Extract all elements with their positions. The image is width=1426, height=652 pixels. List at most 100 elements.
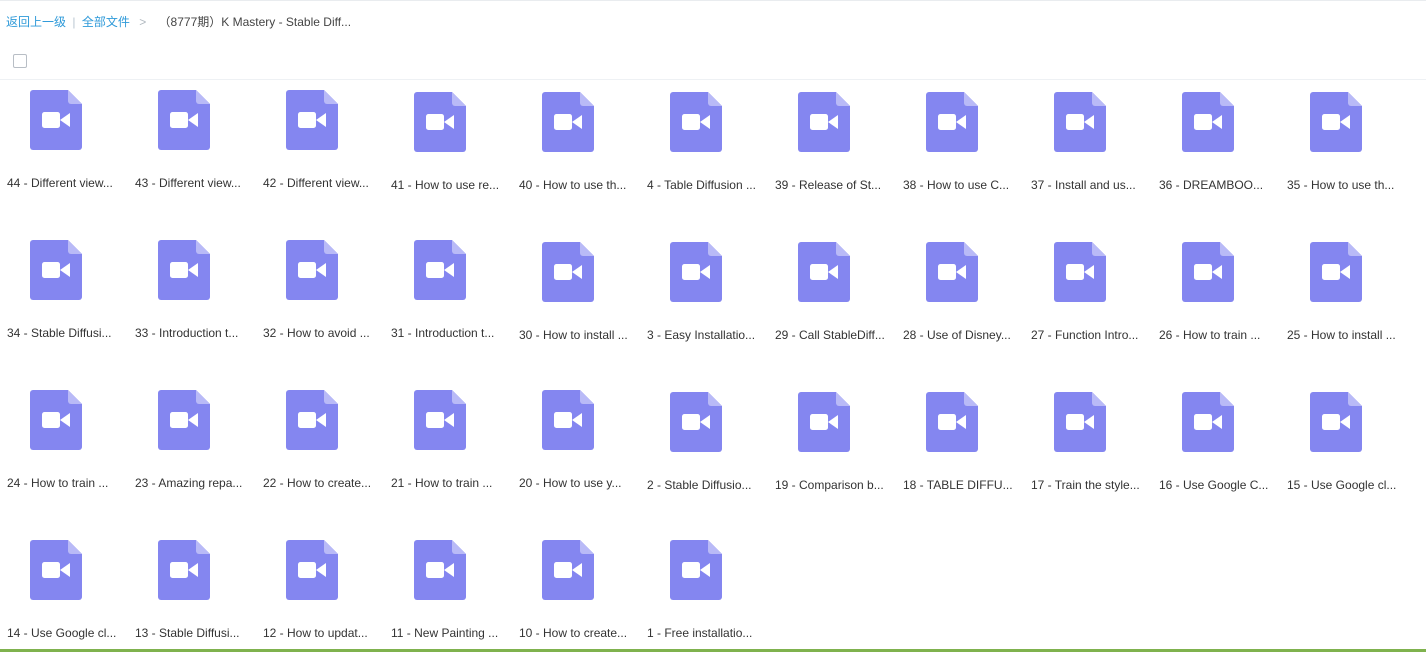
file-name: 25 - How to install ... — [1287, 328, 1396, 342]
file-item[interactable]: 43 - Different view... — [128, 80, 256, 230]
file-name: 3 - Easy Installatio... — [647, 328, 756, 342]
file-name: 29 - Call StableDiff... — [775, 328, 885, 342]
video-file-icon — [798, 392, 850, 452]
file-name: 24 - How to train ... — [7, 476, 109, 490]
breadcrumb-arrow: > — [139, 15, 147, 29]
video-file-icon — [1310, 392, 1362, 452]
file-name: 33 - Introduction t... — [135, 326, 239, 340]
file-name: 32 - How to avoid ... — [263, 326, 370, 340]
file-name: 17 - Train the style... — [1031, 478, 1140, 492]
file-name: 43 - Different view... — [135, 176, 241, 190]
file-item[interactable]: 36 - DREAMBOO... — [1152, 80, 1280, 230]
file-item[interactable]: 28 - Use of Disney... — [896, 230, 1024, 380]
file-item[interactable]: 17 - Train the style... — [1024, 380, 1152, 530]
file-name: 38 - How to use C... — [903, 178, 1010, 192]
video-file-icon — [286, 90, 338, 150]
file-item[interactable]: 32 - How to avoid ... — [256, 230, 384, 380]
file-browser: 返回上一级 | 全部文件 > （8777期）K Mastery - Stable… — [0, 0, 1426, 652]
file-item[interactable]: 34 - Stable Diffusi... — [0, 230, 128, 380]
video-file-icon — [158, 390, 210, 450]
file-item[interactable]: 23 - Amazing repa... — [128, 380, 256, 530]
file-item[interactable]: 2 - Stable Diffusio... — [640, 380, 768, 530]
video-file-icon — [542, 540, 594, 600]
file-item[interactable]: 41 - How to use re... — [384, 80, 512, 230]
file-name: 41 - How to use re... — [391, 178, 500, 192]
select-all-row — [0, 45, 1426, 80]
file-item[interactable]: 12 - How to updat... — [256, 530, 384, 652]
file-name: 31 - Introduction t... — [391, 326, 495, 340]
file-item[interactable]: 25 - How to install ... — [1280, 230, 1408, 380]
video-file-icon — [1310, 92, 1362, 152]
file-item[interactable]: 18 - TABLE DIFFU... — [896, 380, 1024, 530]
video-file-icon — [158, 240, 210, 300]
file-name: 35 - How to use th... — [1287, 178, 1395, 192]
file-item[interactable]: 20 - How to use y... — [512, 380, 640, 530]
file-item[interactable]: 35 - How to use th... — [1280, 80, 1408, 230]
file-item[interactable]: 22 - How to create... — [256, 380, 384, 530]
file-name: 30 - How to install ... — [519, 328, 628, 342]
file-name: 19 - Comparison b... — [775, 478, 884, 492]
file-item[interactable]: 16 - Use Google C... — [1152, 380, 1280, 530]
file-name: 4 - Table Diffusion ... — [647, 178, 756, 192]
file-item[interactable]: 3 - Easy Installatio... — [640, 230, 768, 380]
video-file-icon — [286, 390, 338, 450]
back-link[interactable]: 返回上一级 — [6, 15, 66, 29]
video-file-icon — [1310, 242, 1362, 302]
file-item[interactable]: 33 - Introduction t... — [128, 230, 256, 380]
file-name: 12 - How to updat... — [263, 626, 368, 640]
file-item[interactable]: 19 - Comparison b... — [768, 380, 896, 530]
file-grid: 44 - Different view... 43 - Different vie… — [0, 80, 1426, 652]
file-item[interactable]: 31 - Introduction t... — [384, 230, 512, 380]
file-name: 42 - Different view... — [263, 176, 369, 190]
file-item[interactable]: 1 - Free installatio... — [640, 530, 768, 652]
file-name: 20 - How to use y... — [519, 476, 622, 490]
file-name: 27 - Function Intro... — [1031, 328, 1139, 342]
file-name: 44 - Different view... — [7, 176, 113, 190]
file-item[interactable]: 44 - Different view... — [0, 80, 128, 230]
file-name: 14 - Use Google cl... — [7, 626, 117, 640]
video-file-icon — [30, 390, 82, 450]
file-item[interactable]: 29 - Call StableDiff... — [768, 230, 896, 380]
video-file-icon — [670, 392, 722, 452]
file-item[interactable]: 37 - Install and us... — [1024, 80, 1152, 230]
file-name: 15 - Use Google cl... — [1287, 478, 1397, 492]
video-file-icon — [414, 540, 466, 600]
file-item[interactable]: 24 - How to train ... — [0, 380, 128, 530]
file-item[interactable]: 4 - Table Diffusion ... — [640, 80, 768, 230]
video-file-icon — [286, 540, 338, 600]
file-item[interactable]: 40 - How to use th... — [512, 80, 640, 230]
file-item[interactable]: 11 - New Painting ... — [384, 530, 512, 652]
file-name: 26 - How to train ... — [1159, 328, 1261, 342]
video-file-icon — [542, 242, 594, 302]
file-item[interactable]: 39 - Release of St... — [768, 80, 896, 230]
video-file-icon — [1182, 242, 1234, 302]
all-files-link[interactable]: 全部文件 — [82, 15, 130, 29]
video-file-icon — [1054, 242, 1106, 302]
video-file-icon — [670, 540, 722, 600]
file-item[interactable]: 14 - Use Google cl... — [0, 530, 128, 652]
file-item[interactable]: 27 - Function Intro... — [1024, 230, 1152, 380]
file-name: 39 - Release of St... — [775, 178, 882, 192]
file-item[interactable]: 21 - How to train ... — [384, 380, 512, 530]
file-item[interactable]: 38 - How to use C... — [896, 80, 1024, 230]
video-file-icon — [670, 92, 722, 152]
file-name: 37 - Install and us... — [1031, 178, 1136, 192]
file-item[interactable]: 10 - How to create... — [512, 530, 640, 652]
file-item[interactable]: 42 - Different view... — [256, 80, 384, 230]
file-name: 11 - New Painting ... — [391, 626, 499, 640]
video-file-icon — [1054, 392, 1106, 452]
file-name: 10 - How to create... — [519, 626, 628, 640]
breadcrumb: 返回上一级 | 全部文件 > （8777期）K Mastery - Stable… — [6, 14, 351, 30]
file-item[interactable]: 30 - How to install ... — [512, 230, 640, 380]
video-file-icon — [798, 242, 850, 302]
video-file-icon — [158, 90, 210, 150]
video-file-icon — [926, 392, 978, 452]
select-all-checkbox[interactable] — [13, 54, 27, 68]
video-file-icon — [542, 92, 594, 152]
video-file-icon — [926, 242, 978, 302]
video-file-icon — [542, 390, 594, 450]
file-item[interactable]: 26 - How to train ... — [1152, 230, 1280, 380]
file-item[interactable]: 13 - Stable Diffusi... — [128, 530, 256, 652]
file-name: 28 - Use of Disney... — [903, 328, 1011, 342]
file-item[interactable]: 15 - Use Google cl... — [1280, 380, 1408, 530]
